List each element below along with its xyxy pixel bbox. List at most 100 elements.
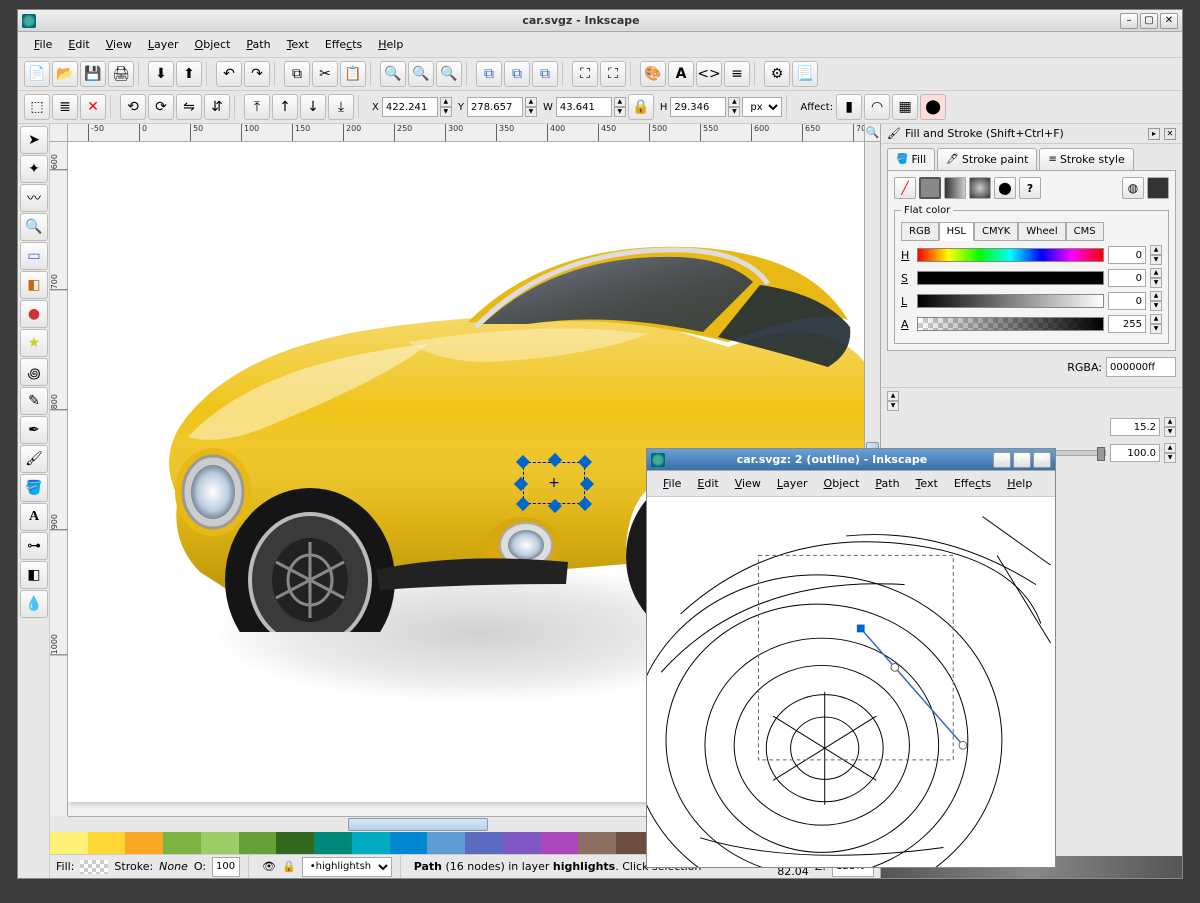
menu-view[interactable]: View [727,474,769,493]
dock-minimize-icon[interactable]: ▸ [1148,128,1160,140]
outline-close-button[interactable]: ✕ [1033,452,1051,468]
swatch[interactable] [314,832,352,854]
swatch[interactable] [50,832,88,854]
menu-view[interactable]: View [98,35,140,54]
hue-slider[interactable] [917,248,1104,262]
tab-rgb[interactable]: RGB [901,222,939,241]
zoom-icon[interactable]: 🔍 [864,124,880,141]
text-tool[interactable]: A [20,503,48,531]
y-spinner[interactable]: ▲▼ [525,97,537,117]
paste-button[interactable]: 📋 [340,61,366,87]
fill-dialog-button[interactable]: 🎨 [640,61,666,87]
pencil-tool[interactable]: ✎ [20,387,48,415]
align-button[interactable]: ≡ [724,61,750,87]
zoom-page-button[interactable]: 🔍 [436,61,462,87]
tab-cmyk[interactable]: CMYK [974,222,1018,241]
docprops-button[interactable]: 📃 [792,61,818,87]
duplicate-button[interactable]: ⧉ [476,61,502,87]
swatch[interactable] [125,832,163,854]
raise-button[interactable]: ↑ [272,94,298,120]
hue-input[interactable] [1108,246,1146,264]
menu-path[interactable]: Path [238,35,278,54]
tab-fill[interactable]: 🪣Fill [887,148,935,170]
unknown-paint-button[interactable]: ? [1019,177,1041,199]
swatch[interactable] [201,832,239,854]
opacity-input[interactable] [212,857,240,877]
3dbox-tool[interactable]: ◧ [20,271,48,299]
tab-stroke-paint[interactable]: 🖊Stroke paint [937,148,1037,170]
alpha-input[interactable] [1108,315,1146,333]
tab-stroke-style[interactable]: ≡Stroke style [1039,148,1133,170]
x-spinner[interactable]: ▲▼ [440,97,452,117]
undo-button[interactable]: ↶ [216,61,242,87]
prefs-button[interactable]: ⚙ [764,61,790,87]
menu-effects[interactable]: Effects [317,35,370,54]
rotate-cw-button[interactable]: ⟳ [148,94,174,120]
close-button[interactable]: ✕ [1160,13,1178,29]
redo-button[interactable]: ↷ [244,61,270,87]
radial-gradient-button[interactable] [969,177,991,199]
outline-maximize-button[interactable]: ▢ [1013,452,1031,468]
menu-help[interactable]: Help [999,474,1040,493]
flip-h-button[interactable]: ⇋ [176,94,202,120]
gradient-tool[interactable]: ◧ [20,561,48,589]
menu-path[interactable]: Path [867,474,907,493]
menu-layer[interactable]: Layer [769,474,816,493]
save-button[interactable]: 💾 [80,61,106,87]
swatch[interactable] [88,832,126,854]
tab-hsl[interactable]: HSL [939,222,974,241]
tab-cms[interactable]: CMS [1066,222,1104,241]
w-input[interactable] [556,97,612,117]
swatch[interactable] [352,832,390,854]
master-opacity-input[interactable] [1110,444,1160,462]
export-button[interactable]: ⬆ [176,61,202,87]
x-input[interactable] [382,97,438,117]
swatch[interactable] [541,832,579,854]
rect-tool[interactable]: ▭ [20,242,48,270]
lig-input[interactable] [1108,292,1146,310]
outline-minimize-button[interactable]: – [993,452,1011,468]
linear-gradient-button[interactable] [944,177,966,199]
menu-edit[interactable]: Edit [689,474,726,493]
tweak-tool[interactable]: 〰 [20,184,48,212]
units-select[interactable]: px [742,97,782,117]
node-tool[interactable]: ✦ [20,155,48,183]
lig-slider[interactable] [917,294,1104,308]
eye-icon[interactable]: 👁 [262,860,276,873]
ellipse-tool[interactable]: ● [20,300,48,328]
affect-corners-button[interactable]: ◠ [864,94,890,120]
swatch[interactable] [163,832,201,854]
menu-layer[interactable]: Layer [140,35,187,54]
h-input[interactable] [670,97,726,117]
selection-box[interactable]: + [523,462,585,504]
zoom-drawing-button[interactable]: 🔍 [408,61,434,87]
dock-close-icon[interactable]: ✕ [1164,128,1176,140]
swatch[interactable] [503,832,541,854]
star-tool[interactable]: ★ [20,329,48,357]
select-tool[interactable]: ➤ [20,126,48,154]
titlebar[interactable]: car.svgz - Inkscape – ▢ ✕ [18,10,1182,32]
connector-tool[interactable]: ⊶ [20,532,48,560]
affect-stroke-button[interactable]: ▮ [836,94,862,120]
menu-edit[interactable]: Edit [60,35,97,54]
y-input[interactable] [467,97,523,117]
pattern-button[interactable]: ⬤ [994,177,1016,199]
swatch[interactable] [427,832,465,854]
ungroup-button[interactable]: ⛶ [600,61,626,87]
select-all-button[interactable]: ⬚ [24,94,50,120]
print-button[interactable]: 🖨 [108,61,134,87]
open-button[interactable]: 📂 [52,61,78,87]
menu-effects[interactable]: Effects [946,474,999,493]
flat-color-button[interactable] [919,177,941,199]
menu-object[interactable]: Object [816,474,868,493]
menu-object[interactable]: Object [187,35,239,54]
zoom-tool[interactable]: 🔍 [20,213,48,241]
menu-file[interactable]: File [655,474,689,493]
cut-button[interactable]: ✂ [312,61,338,87]
fill-evenodd-button[interactable]: ◍ [1122,177,1144,199]
flip-v-button[interactable]: ⇵ [204,94,230,120]
lower-button[interactable]: ↓ [300,94,326,120]
xml-button[interactable]: <> [696,61,722,87]
select-layers-button[interactable]: ≣ [52,94,78,120]
bezier-tool[interactable]: ✒ [20,416,48,444]
